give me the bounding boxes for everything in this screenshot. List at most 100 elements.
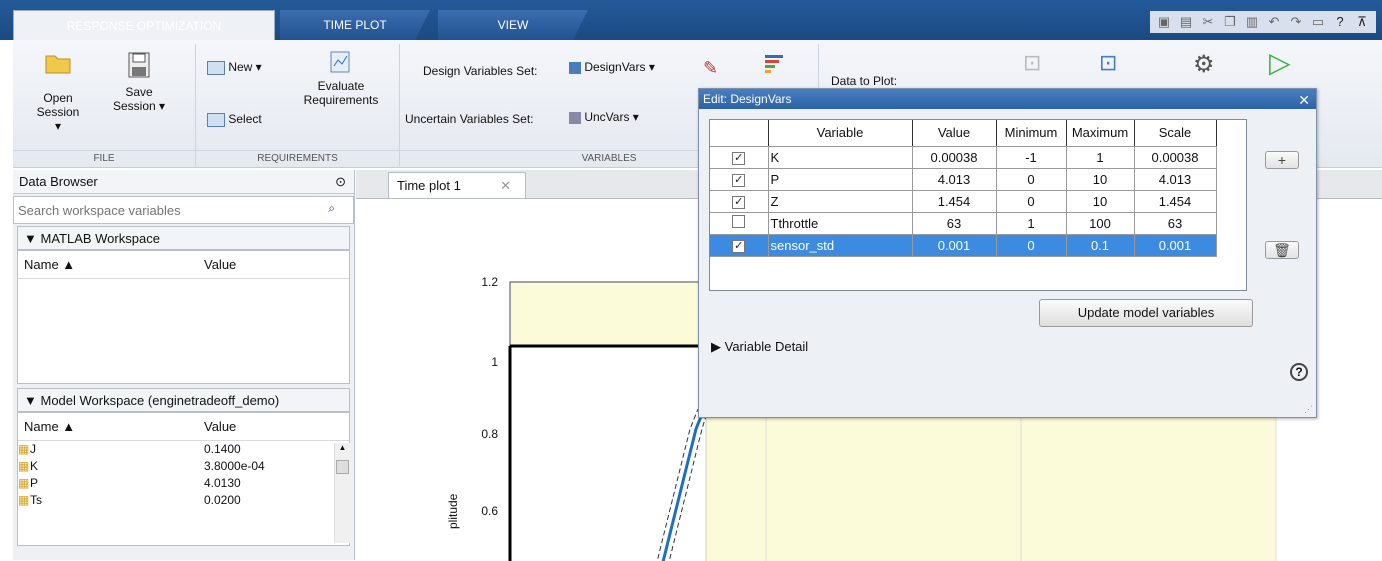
plot-icon[interactable]: ⊡ (1099, 50, 1117, 76)
cell-scale[interactable]: 4.013 (1134, 168, 1217, 191)
cell-maximum[interactable]: 100 (1066, 212, 1135, 235)
col-name[interactable]: Name ▲ (24, 413, 75, 441)
row-checkbox[interactable]: ✓ (732, 152, 746, 165)
model-workspace-table: Name ▲ Value ▦ J 0.1400 ▦ K 3.8000e-04 ▦ P 4.0… (17, 412, 350, 546)
cut-icon[interactable]: ✂ (1198, 12, 1218, 32)
uncertain-vars-dropdown[interactable]: UncVars ▾ (569, 110, 639, 124)
add-variable-button[interactable]: + (1265, 151, 1299, 169)
cell-variable[interactable]: P (768, 168, 913, 191)
col-maximum[interactable]: Maximum (1066, 120, 1135, 147)
variable-icon: ▦ (18, 476, 30, 490)
table-row[interactable]: Tthrottle 63 1 100 63 (710, 212, 1217, 235)
cell-minimum[interactable]: 1 (996, 212, 1067, 235)
close-icon[interactable]: ✕ (1298, 90, 1310, 110)
row-checkbox[interactable]: ✓ (732, 174, 746, 187)
col-scale[interactable]: Scale (1134, 120, 1217, 147)
cell-value[interactable]: 0.001 (912, 234, 997, 257)
redo-icon[interactable]: ↷ (1286, 12, 1306, 32)
design-vars-dropdown[interactable]: DesignVars ▾ (569, 60, 655, 74)
copy-icon[interactable]: ❐ (1220, 12, 1240, 32)
window-icon[interactable]: ▭ (1308, 12, 1328, 32)
open-session-button[interactable]: Open Session ▾ (33, 52, 83, 133)
cell-variable[interactable]: sensor_std (768, 234, 913, 257)
new-requirement-icon (207, 60, 225, 75)
paste-icon[interactable]: ▥ (1242, 12, 1262, 32)
tab-time-plot-1[interactable]: Time plot 1 ✕ (388, 172, 526, 198)
row-checkbox[interactable]: ✓ (732, 240, 746, 253)
cell-scale[interactable]: 63 (1134, 212, 1217, 235)
col-minimum[interactable]: Minimum (996, 120, 1067, 147)
add-plot-icon[interactable]: ⊡ (1023, 50, 1041, 76)
cell-minimum[interactable]: 0 (996, 190, 1067, 213)
cell-value[interactable]: 0.00038 (912, 146, 997, 169)
cell-minimum[interactable]: 0 (996, 234, 1067, 257)
gear-icon[interactable]: ⚙ (1193, 50, 1215, 79)
model-workspace-header[interactable]: ▼ Model Workspace (enginetradeoff_demo) (17, 388, 350, 412)
col-name[interactable]: Name ▲ (24, 251, 75, 279)
new-requirement-button[interactable]: New ▾ (207, 60, 262, 75)
row-checkbox[interactable]: ✓ (732, 196, 746, 209)
save-session-label: Save (125, 85, 153, 99)
sensitivity-icon[interactable] (763, 52, 789, 81)
col-value[interactable]: Value (204, 251, 236, 279)
uncertain-vars-value: UncVars ▾ (584, 110, 639, 124)
cell-minimum[interactable]: 0 (996, 168, 1067, 191)
help-icon[interactable]: ? (1290, 363, 1308, 381)
collapse-ribbon-icon[interactable]: ⊼ (1352, 12, 1372, 32)
evaluate-requirements-button[interactable]: Evaluate Requirements (295, 50, 387, 107)
close-icon[interactable]: ✕ (500, 173, 511, 199)
cell-variable[interactable]: Z (768, 190, 913, 213)
row-checkbox[interactable] (732, 215, 746, 228)
table-row[interactable]: ▦ Ts 0.0200 (18, 492, 349, 509)
delete-variable-button[interactable]: 🗑 (1265, 241, 1299, 259)
cell-value[interactable]: 4.013 (912, 168, 997, 191)
cell-maximum[interactable]: 0.1 (1066, 234, 1135, 257)
edit-pencil-icon[interactable]: ✎ (703, 58, 718, 79)
search-icon[interactable]: ⌕ (328, 201, 335, 216)
update-model-variables-button[interactable]: Update model variables (1039, 299, 1253, 327)
resize-grip-icon[interactable]: ⋰ (1304, 404, 1313, 415)
select-requirement-icon (207, 112, 225, 127)
cell-scale[interactable]: 0.001 (1134, 234, 1217, 257)
cell-maximum[interactable]: 10 (1066, 168, 1135, 191)
design-vars-label: Design Variables Set: (423, 64, 538, 78)
scrollbar[interactable]: ▲ (334, 443, 350, 543)
tab-response-optimization[interactable]: RESPONSE OPTIMIZATION (13, 10, 275, 40)
tab-view[interactable]: VIEW (438, 10, 588, 40)
dialog-titlebar[interactable]: Edit: DesignVars ✕ (699, 89, 1316, 109)
table-row-selected[interactable]: ✓ sensor_std 0.001 0 0.1 0.001 (710, 234, 1217, 257)
table-row[interactable]: ✓ P 4.013 0 10 4.013 (710, 168, 1217, 191)
cell-scale[interactable]: 0.00038 (1134, 146, 1217, 169)
cell-value[interactable]: 63 (912, 212, 997, 235)
table-row[interactable]: ▦ K 3.8000e-04 (18, 458, 349, 475)
cell-variable[interactable]: K (768, 146, 913, 169)
table-row[interactable]: ▦ J 0.1400 (18, 441, 349, 458)
table-row[interactable]: ▦ P 4.0130 (18, 475, 349, 492)
play-icon[interactable]: ▷ (1269, 46, 1291, 79)
cell-maximum[interactable]: 1 (1066, 146, 1135, 169)
col-variable[interactable]: Variable (768, 120, 913, 147)
undo-icon[interactable]: ↶ (1264, 12, 1284, 32)
panel-menu-icon[interactable]: ⊙ (335, 170, 346, 194)
table-row[interactable]: ✓ Z 1.454 0 10 1.454 (710, 190, 1217, 213)
var-value: 0.1400 (204, 442, 241, 456)
select-requirement-button[interactable]: Select (207, 112, 262, 127)
help-icon[interactable]: ? (1330, 12, 1350, 32)
table-row[interactable]: ✓ K 0.00038 -1 1 0.00038 (710, 146, 1217, 169)
layout-icon[interactable]: ▣ (1154, 12, 1174, 32)
cell-value[interactable]: 1.454 (912, 190, 997, 213)
matlab-workspace-header[interactable]: ▼ MATLAB Workspace (17, 226, 350, 250)
cell-variable[interactable]: Tthrottle (768, 212, 913, 235)
save-session-button[interactable]: Save Session ▾ (109, 52, 169, 113)
cell-minimum[interactable]: -1 (996, 146, 1067, 169)
search-input[interactable] (14, 197, 294, 223)
search-box[interactable]: ⌕ (13, 196, 354, 224)
col-value[interactable]: Value (204, 413, 236, 441)
variable-detail-toggle[interactable]: ▶ Variable Detail (711, 339, 808, 355)
cell-maximum[interactable]: 10 (1066, 190, 1135, 213)
cell-scale[interactable]: 1.454 (1134, 190, 1217, 213)
col-value[interactable]: Value (912, 120, 997, 147)
save-icon[interactable]: ▤ (1176, 12, 1196, 32)
tab-time-plot[interactable]: TIME PLOT (280, 10, 430, 40)
open-session-label-2: Session ▾ (36, 105, 80, 133)
